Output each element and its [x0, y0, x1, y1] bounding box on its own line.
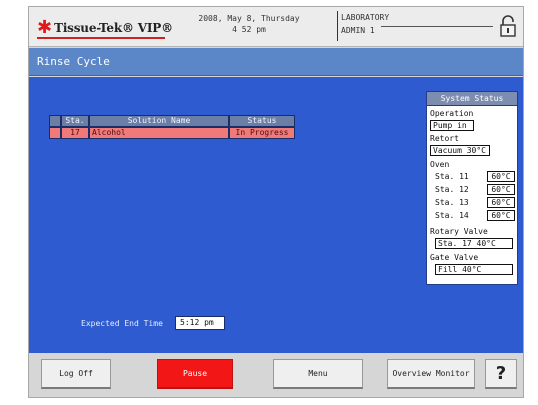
overview-monitor-button[interactable]: Overview Monitor: [387, 359, 475, 389]
system-status-panel: System Status Operation Pump in Retort V…: [426, 91, 518, 285]
lock-icon[interactable]: [499, 15, 517, 37]
retort-label: Retort: [430, 134, 459, 143]
row-marker: [49, 127, 61, 139]
column-header-station: Sta.: [61, 115, 89, 127]
oven-station-label: Sta. 14: [435, 211, 469, 220]
oven-station-label: Sta. 11: [435, 172, 469, 181]
station-table: Sta. Solution Name Status 17 Alcohol In …: [49, 115, 295, 139]
row-status: In Progress: [229, 127, 295, 139]
expected-end-time-value: 5:12 pm: [175, 316, 225, 330]
asterisk-logo-icon: ✱: [37, 17, 53, 38]
title-bar: Rinse Cycle: [29, 48, 523, 76]
table-header-row: Sta. Solution Name Status: [49, 115, 295, 127]
pause-button[interactable]: Pause: [157, 359, 233, 389]
log-off-button[interactable]: Log Off: [41, 359, 111, 389]
oven-temp-value: 60°C: [487, 184, 515, 195]
oven-temp-value: 60°C: [487, 171, 515, 182]
page-title: Rinse Cycle: [37, 55, 110, 68]
logo: ✱ Tissue-Tek® VIP®: [37, 19, 173, 37]
header: ✱ Tissue-Tek® VIP® 2008, May 8, Thursday…: [29, 7, 523, 47]
row-solution: Alcohol: [89, 127, 229, 139]
header-divider: [381, 26, 493, 27]
table-row[interactable]: 17 Alcohol In Progress: [49, 127, 295, 139]
help-button[interactable]: ?: [485, 359, 517, 389]
logo-underline: [37, 37, 165, 39]
location-text: LABORATORY: [341, 13, 390, 22]
device-frame: ✱ Tissue-Tek® VIP® 2008, May 8, Thursday…: [28, 6, 524, 398]
row-station: 17: [61, 127, 89, 139]
operation-value: Pump in: [430, 120, 474, 131]
oven-label: Oven: [430, 160, 450, 169]
operation-label: Operation: [430, 109, 474, 118]
oven-temp-value: 60°C: [487, 197, 515, 208]
column-header-marker: [49, 115, 61, 127]
button-bar: Log Off Pause Menu Overview Monitor ?: [29, 353, 523, 397]
gate-valve-value: Fill 40°C: [435, 264, 513, 275]
oven-station-label: Sta. 12: [435, 185, 469, 194]
logo-text: Tissue-Tek® VIP®: [54, 21, 173, 35]
menu-button[interactable]: Menu: [273, 359, 363, 389]
datetime: 2008, May 8, Thursday 4 52 pm: [189, 13, 309, 35]
gate-valve-label: Gate Valve: [430, 253, 479, 262]
date-text: 2008, May 8, Thursday: [198, 14, 300, 23]
time-text: 4 52 pm: [232, 25, 266, 34]
main-panel: Sta. Solution Name Status 17 Alcohol In …: [29, 77, 523, 353]
expected-end-time-label: Expected End Time: [81, 319, 163, 328]
column-header-solution: Solution Name: [89, 115, 229, 127]
oven-temp-value: 60°C: [487, 210, 515, 221]
oven-station-label: Sta. 13: [435, 198, 469, 207]
system-status-title: System Status: [427, 92, 517, 106]
rotary-valve-label: Rotary Valve: [430, 227, 488, 236]
retort-value: Vacuum 30°C: [430, 145, 490, 156]
rotary-valve-value: Sta. 17 40°C: [435, 238, 513, 249]
column-header-status: Status: [229, 115, 295, 127]
